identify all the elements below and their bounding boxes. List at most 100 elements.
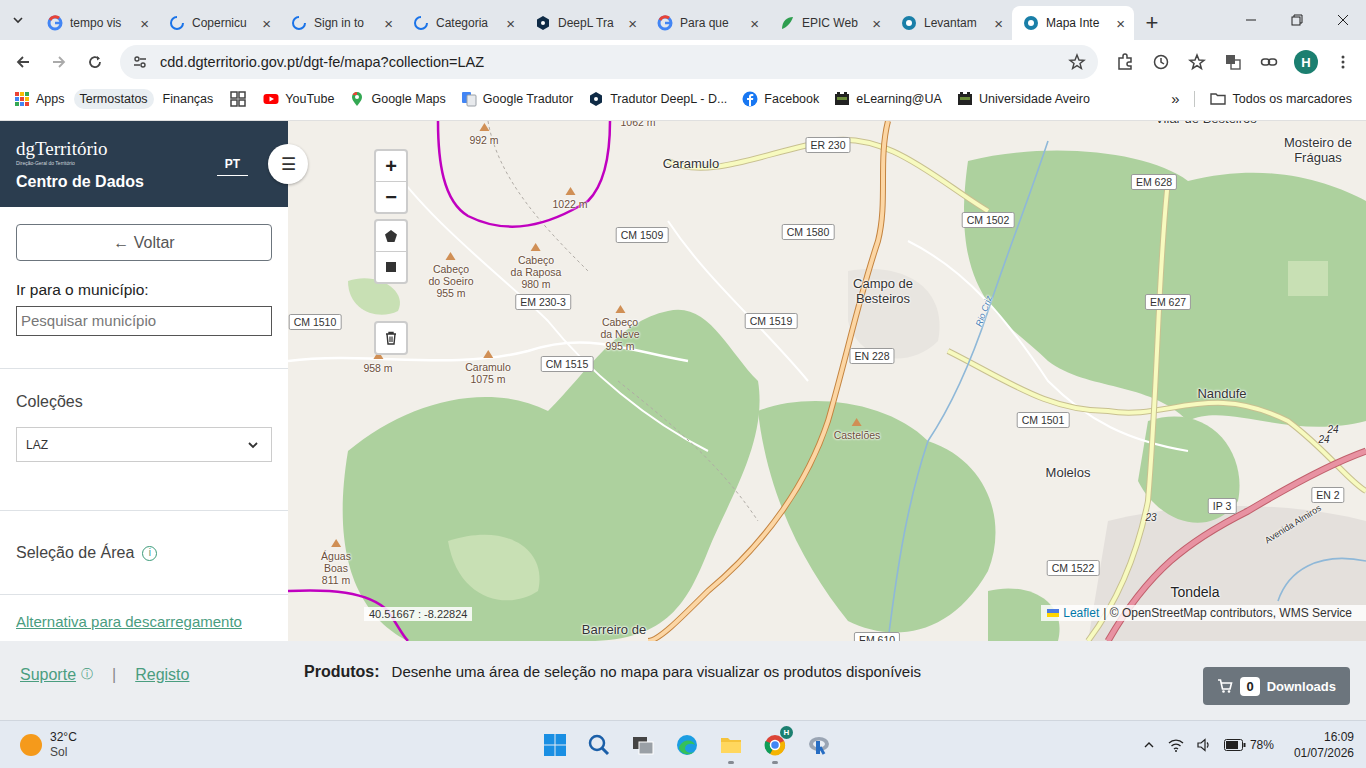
bookmark[interactable]: Finanças: [157, 89, 220, 109]
more-bookmarks-button[interactable]: »: [1165, 87, 1185, 110]
browser-tab[interactable]: Para que×: [646, 6, 768, 40]
tab-close-button[interactable]: ×: [628, 16, 637, 31]
municipality-search-input[interactable]: Pesquisar município: [16, 306, 272, 336]
taskbar-app[interactable]: [535, 725, 575, 765]
menu-toggle-button[interactable]: ☰: [268, 144, 308, 184]
bookmark[interactable]: Google Maps: [343, 88, 451, 110]
close-window-button[interactable]: [1320, 0, 1366, 40]
language-selector[interactable]: PT: [217, 153, 248, 176]
back-button[interactable]: [6, 45, 40, 79]
profile-avatar[interactable]: H: [1294, 50, 1318, 74]
map-label-text: 1022 m: [552, 198, 587, 210]
tab-label: Mapa Inte: [1046, 16, 1109, 30]
back-button[interactable]: ← Voltar: [16, 224, 272, 261]
new-tab-button[interactable]: +: [1134, 6, 1170, 40]
tab-groups-icon[interactable]: [230, 91, 246, 107]
map-label-text: 811 m: [322, 574, 350, 586]
ua-icon: [957, 91, 973, 107]
map[interactable]: 992 m1062 m1022 mCaramuloER 230CM 1509CM…: [288, 121, 1366, 641]
share-link-button[interactable]: [1252, 45, 1286, 79]
browser-tab[interactable]: EPIC Web×: [768, 6, 890, 40]
bookmarks-button[interactable]: [1180, 45, 1214, 79]
support-info-icon[interactable]: ⓘ: [81, 666, 93, 683]
apps-grid-icon: [14, 91, 30, 107]
support-link[interactable]: Suporte: [20, 666, 76, 684]
browser-tab[interactable]: tempo vis×: [36, 6, 158, 40]
translate-button[interactable]: [1216, 45, 1250, 79]
map-label: Caramulo1075 m: [465, 350, 511, 385]
taskbar-app[interactable]: [623, 725, 663, 765]
bookmark[interactable]: Facebook: [736, 88, 825, 110]
bookmark[interactable]: Google Tradutor: [455, 88, 579, 110]
taskbar-app[interactable]: [799, 725, 839, 765]
browser-tab[interactable]: DeepL Tra×: [524, 6, 646, 40]
map-label-text: Barreiro de: [582, 623, 646, 638]
tab-close-button[interactable]: ×: [750, 16, 759, 31]
map-label-text: 24: [1318, 434, 1329, 446]
map-label-text: 1075 m: [470, 373, 505, 385]
browser-tab[interactable]: Mapa Inte ×: [1012, 6, 1134, 40]
forward-button[interactable]: [42, 45, 76, 79]
bookmark-label: Tradutor DeepL - D...: [610, 92, 727, 106]
bookmark[interactable]: Universidade Aveiro: [951, 88, 1096, 110]
loading-icon: [291, 15, 307, 31]
map-label-text: Cabeço: [433, 263, 469, 275]
taskbar-app[interactable]: H: [755, 725, 795, 765]
tab-close-button[interactable]: ×: [384, 16, 393, 31]
delete-button[interactable]: [376, 323, 406, 353]
browser-tab[interactable]: Categoria×: [402, 6, 524, 40]
tab-close-button[interactable]: ×: [262, 16, 271, 31]
bookmark-label: Google Tradutor: [483, 92, 573, 106]
tab-close-button[interactable]: ×: [994, 16, 1003, 31]
weather-widget[interactable]: 32°CSol: [20, 730, 535, 760]
wifi-icon[interactable]: [1168, 737, 1184, 753]
draw-rectangle-button[interactable]: [376, 251, 406, 282]
taskbar-app[interactable]: [667, 725, 707, 765]
bookmark[interactable]: Termostatos: [74, 89, 154, 109]
taskbar-app[interactable]: [711, 725, 751, 765]
map-label: Nandufe: [1197, 387, 1246, 402]
bookmark[interactable]: Apps: [8, 88, 71, 110]
taskbar-apps: H: [535, 725, 839, 765]
all-bookmarks-button[interactable]: Todos os marcadores: [1204, 88, 1358, 110]
info-icon[interactable]: i: [142, 546, 157, 561]
downloads-label: Downloads: [1267, 679, 1336, 694]
zoom-out-button[interactable]: −: [376, 181, 406, 212]
tab-close-button[interactable]: ×: [872, 16, 881, 31]
reload-button[interactable]: [78, 45, 112, 79]
history-button[interactable]: [1144, 45, 1178, 79]
draw-polygon-button[interactable]: [376, 221, 406, 251]
map-label-text: 955 m: [436, 287, 465, 299]
tab-close-button[interactable]: ×: [140, 16, 149, 31]
alternative-download-link[interactable]: Alternativa para descarregamento: [16, 613, 242, 630]
speaker-icon[interactable]: [1196, 737, 1212, 753]
bookmark[interactable]: Tradutor DeepL - D...: [582, 88, 733, 110]
bookmark[interactable]: YouTube: [257, 88, 340, 110]
taskbar-app[interactable]: [579, 725, 619, 765]
battery-status[interactable]: 78%: [1224, 738, 1274, 752]
extensions-button[interactable]: [1108, 45, 1142, 79]
tab-search-button[interactable]: [0, 0, 36, 40]
address-bar[interactable]: cdd.dgterritorio.gov.pt/dgt-fe/mapa?coll…: [120, 45, 1098, 79]
loading-icon: [413, 15, 429, 31]
star-icon[interactable]: [1068, 53, 1086, 71]
register-link[interactable]: Registo: [135, 666, 189, 684]
map-label-text: Castelões: [834, 429, 881, 441]
tab-close-button[interactable]: ×: [1116, 16, 1125, 31]
chevron-up-icon[interactable]: [1142, 738, 1156, 752]
downloads-button[interactable]: 0Downloads: [1203, 667, 1350, 705]
collection-select[interactable]: LAZ: [16, 427, 272, 462]
menu-button[interactable]: [1326, 45, 1360, 79]
zoom-in-button[interactable]: +: [376, 151, 406, 181]
minimize-button[interactable]: [1228, 0, 1274, 40]
browser-tab[interactable]: Sign in to×: [280, 6, 402, 40]
map-label-text: Fráguas: [1294, 151, 1342, 166]
browser-tab[interactable]: Levantam×: [890, 6, 1012, 40]
clock[interactable]: 16:0901/07/2026: [1294, 729, 1354, 761]
bookmark[interactable]: eLearning@UA: [828, 88, 948, 110]
restore-button[interactable]: [1274, 0, 1320, 40]
browser-tab[interactable]: Copernicu×: [158, 6, 280, 40]
leaflet-link[interactable]: Leaflet: [1063, 606, 1099, 620]
tab-close-button[interactable]: ×: [506, 16, 515, 31]
map-label: EM 230-3: [515, 294, 571, 310]
